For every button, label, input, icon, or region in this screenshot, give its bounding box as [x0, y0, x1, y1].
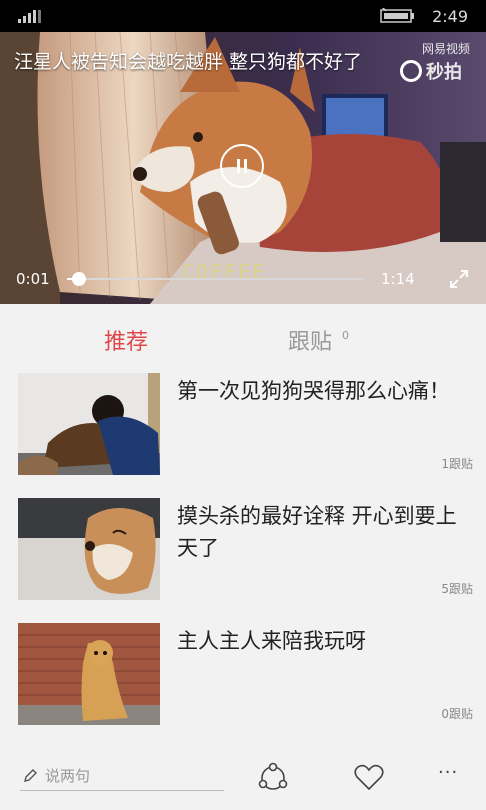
- tab-bar: 推荐 跟贴 0: [0, 304, 486, 362]
- item-title[interactable]: 主人主人来陪我玩呀: [177, 625, 473, 657]
- thumbnail-image: [18, 498, 160, 600]
- more-icon[interactable]: ···: [438, 762, 472, 796]
- item-title[interactable]: 第一次见狗狗哭得那么心痛！: [177, 375, 473, 407]
- fullscreen-icon[interactable]: [448, 268, 470, 290]
- list-item[interactable]: 主人主人来陪我玩呀 0跟贴: [0, 623, 486, 735]
- watermark-logo-text: 秒拍: [426, 62, 462, 83]
- signal-icon: [18, 9, 41, 23]
- thumbnail-image: [18, 623, 160, 725]
- share-icon[interactable]: [256, 760, 290, 794]
- total-time: 1:14: [381, 270, 415, 288]
- video-title: 汪星人被告知会越吃越胖 整只狗都不好了: [14, 51, 363, 73]
- tab-comments[interactable]: 跟贴: [288, 324, 332, 356]
- heart-icon[interactable]: [352, 760, 386, 794]
- progress-bar[interactable]: [67, 272, 363, 286]
- list-item[interactable]: 摸头杀的最好诠释 开心到要上天了 5跟贴: [0, 498, 486, 610]
- tab-recommended[interactable]: 推荐: [104, 324, 148, 356]
- watermark-logo: 秒拍: [400, 58, 462, 84]
- progress-knob[interactable]: [71, 272, 86, 286]
- logo-icon: [400, 60, 422, 82]
- comment-input[interactable]: 说两句: [20, 762, 224, 791]
- pause-button[interactable]: [220, 144, 264, 188]
- clock: 2:49: [432, 7, 468, 26]
- comment-count: 5跟贴: [441, 582, 473, 596]
- comment-count: 0跟贴: [441, 707, 473, 721]
- list-item[interactable]: 第一次见狗狗哭得那么心痛！ 1跟贴: [0, 373, 486, 485]
- battery-icon: [380, 8, 414, 23]
- item-title[interactable]: 摸头杀的最好诠释 开心到要上天了: [177, 500, 473, 564]
- comments-count: 0: [342, 329, 349, 342]
- comment-placeholder: 说两句: [45, 767, 91, 785]
- status-bar: 2:49: [0, 0, 486, 32]
- watermark-source: 网易视频: [421, 42, 470, 56]
- video-player[interactable]: 汪星人被告知会越吃越胖 整只狗都不好了 网易视频 秒拍 COFFEE 0:01 …: [0, 32, 486, 304]
- current-time: 0:01: [16, 270, 50, 288]
- comment-count: 1跟贴: [441, 457, 473, 471]
- scene-text: COFFEE: [182, 260, 267, 284]
- bottom-bar: 说两句 ···: [0, 748, 486, 810]
- pencil-icon: [24, 769, 37, 782]
- thumbnail-image: [18, 373, 160, 475]
